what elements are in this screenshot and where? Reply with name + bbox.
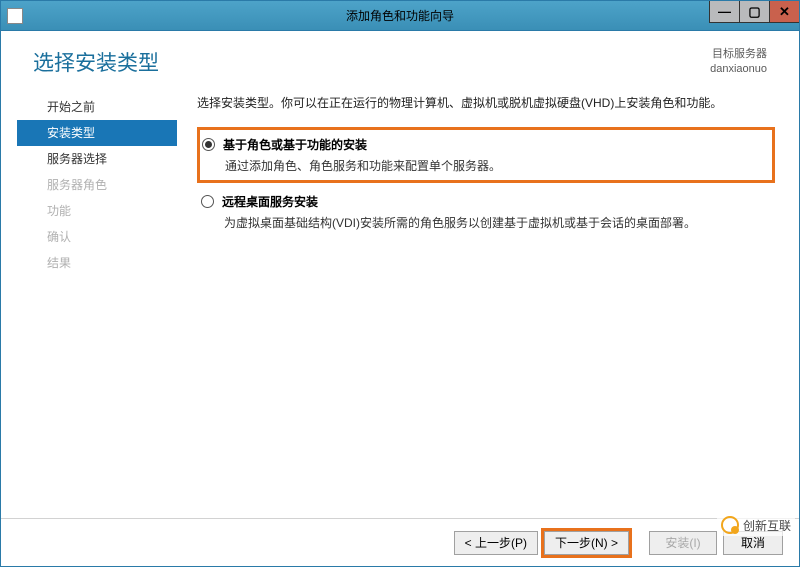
radio-desc-rds: 为虚拟桌面基础结构(VDI)安装所需的角色服务以创建基于虚拟机或基于会话的桌面部… <box>224 214 775 231</box>
radio-label-role-based: 基于角色或基于功能的安装 <box>223 136 367 153</box>
titlebar[interactable]: 添加角色和功能向导 — ▢ ✕ <box>1 1 799 31</box>
radio-option-role-based[interactable]: 基于角色或基于功能的安装 通过添加角色、角色服务和功能来配置单个服务器。 <box>202 136 764 174</box>
radio-icon[interactable] <box>202 138 215 151</box>
sidebar-item-confirm: 确认 <box>17 224 177 250</box>
sidebar-item-results: 结果 <box>17 250 177 276</box>
radio-label-rds: 远程桌面服务安装 <box>222 193 318 210</box>
body-region: 开始之前 安装类型 服务器选择 服务器角色 功能 确认 结果 选择安装类型。你可… <box>1 88 799 518</box>
sidebar-item-before[interactable]: 开始之前 <box>17 94 177 120</box>
target-server-label: 目标服务器 <box>710 47 767 62</box>
prev-button[interactable]: < 上一步(P) <box>454 531 538 555</box>
minimize-button[interactable]: — <box>709 1 739 23</box>
radio-option-rds[interactable]: 远程桌面服务安装 为虚拟桌面基础结构(VDI)安装所需的角色服务以创建基于虚拟机… <box>201 193 775 231</box>
maximize-button[interactable]: ▢ <box>739 1 769 23</box>
install-type-radio-group: 基于角色或基于功能的安装 通过添加角色、角色服务和功能来配置单个服务器。 远程桌… <box>197 127 775 231</box>
sidebar: 开始之前 安装类型 服务器选择 服务器角色 功能 确认 结果 <box>17 88 177 518</box>
window-title: 添加角色和功能向导 <box>346 7 454 24</box>
watermark-icon <box>721 516 739 534</box>
main-pane: 选择安装类型。你可以在正在运行的物理计算机、虚拟机或脱机虚拟硬盘(VHD)上安装… <box>177 88 783 518</box>
target-server-info: 目标服务器 danxiaonuo <box>710 47 767 78</box>
footer-region: < 上一步(P) 下一步(N) > 安装(I) 取消 <box>1 518 799 566</box>
content-area: 选择安装类型 目标服务器 danxiaonuo 开始之前 安装类型 服务器选择 … <box>1 31 799 566</box>
wizard-window: 添加角色和功能向导 — ▢ ✕ 选择安装类型 目标服务器 danxiaonuo … <box>0 0 800 567</box>
next-button[interactable]: 下一步(N) > <box>544 531 629 555</box>
sidebar-item-features: 功能 <box>17 198 177 224</box>
watermark: 创新互联 <box>717 514 795 536</box>
intro-text: 选择安装类型。你可以在正在运行的物理计算机、虚拟机或脱机虚拟硬盘(VHD)上安装… <box>197 94 775 111</box>
sidebar-item-install-type[interactable]: 安装类型 <box>17 120 177 146</box>
highlight-role-based: 基于角色或基于功能的安装 通过添加角色、角色服务和功能来配置单个服务器。 <box>197 127 775 183</box>
install-button: 安装(I) <box>649 531 717 555</box>
header-region: 选择安装类型 目标服务器 danxiaonuo <box>1 31 799 88</box>
watermark-text: 创新互联 <box>743 517 791 534</box>
app-icon <box>7 8 23 24</box>
target-server-name: danxiaonuo <box>710 62 767 77</box>
page-title: 选择安装类型 <box>33 47 159 77</box>
radio-icon[interactable] <box>201 195 214 208</box>
sidebar-item-server-select[interactable]: 服务器选择 <box>17 146 177 172</box>
sidebar-item-server-roles: 服务器角色 <box>17 172 177 198</box>
close-button[interactable]: ✕ <box>769 1 799 23</box>
radio-desc-role-based: 通过添加角色、角色服务和功能来配置单个服务器。 <box>225 157 764 174</box>
window-controls: — ▢ ✕ <box>709 1 799 23</box>
